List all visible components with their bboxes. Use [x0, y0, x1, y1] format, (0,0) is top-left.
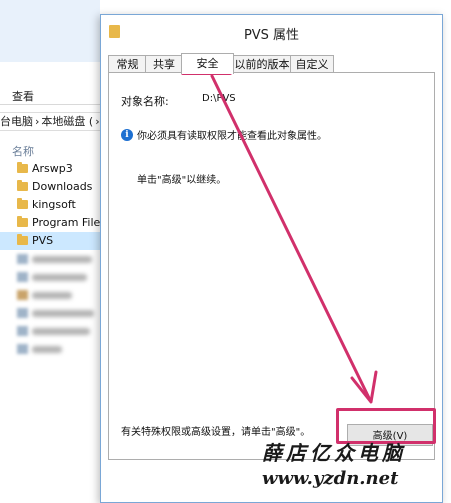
security-panel: 对象名称: D:\PVS i 你必须具有读取权限才能查看此对象属性。 单击"高级…: [108, 72, 435, 460]
watermark-url: www.yzdn.net: [262, 468, 399, 489]
tab-previous-versions[interactable]: 以前的版本: [232, 55, 292, 73]
blurred-list-item: [0, 250, 100, 268]
folder-icon: [17, 198, 28, 209]
blurred-list-item: [0, 286, 100, 304]
folder-icon: [17, 216, 28, 227]
dialog-title: PVS 属性: [243, 28, 300, 43]
blurred-list-item: [0, 322, 100, 340]
breadcrumb-local-disk[interactable]: 本地磁盘 (: [41, 115, 93, 128]
tab-sharing[interactable]: 共享: [145, 55, 183, 73]
list-item[interactable]: Program Files: [0, 214, 100, 232]
info-icon: i: [121, 129, 133, 141]
explorer-titlebar: [0, 0, 100, 62]
file-list: Arswp3 Downloads kingsoft Program Files …: [0, 160, 100, 358]
folder-icon: [17, 234, 28, 245]
address-bar[interactable]: 台电脑 › 本地磁盘 (›: [0, 112, 100, 131]
permission-message: 你必须具有读取权限才能查看此对象属性。: [137, 131, 327, 142]
special-permissions-text: 有关特殊权限或高级设置，请单击"高级"。: [121, 427, 311, 438]
folder-icon: [17, 162, 28, 173]
list-item-selected[interactable]: PVS: [0, 232, 100, 250]
tab-general[interactable]: 常规: [108, 55, 147, 73]
blurred-list-item: [0, 340, 100, 358]
breadcrumb-separator: ›: [35, 115, 40, 128]
list-item[interactable]: Downloads: [0, 178, 100, 196]
breadcrumb-this-pc[interactable]: 台电脑: [0, 115, 33, 128]
list-item[interactable]: kingsoft: [0, 196, 100, 214]
folder-icon: [17, 180, 28, 191]
ribbon-tab-view[interactable]: 查看: [12, 88, 34, 104]
blurred-list-item: [0, 268, 100, 286]
object-name-label: 对象名称:: [121, 95, 169, 108]
watermark-text: 薛店亿众电脑: [262, 441, 406, 465]
tab-customize[interactable]: 自定义: [290, 55, 334, 73]
ribbon-divider: [0, 104, 100, 105]
blurred-list-item: [0, 304, 100, 322]
object-name-value: D:\PVS: [202, 93, 236, 104]
dialog-titlebar[interactable]: PVS 属性: [101, 15, 442, 49]
continue-hint: 单击"高级"以继续。: [137, 175, 227, 186]
tab-security[interactable]: 安全: [181, 53, 234, 74]
column-header-name[interactable]: 名称: [12, 143, 34, 159]
breadcrumb-separator: ›: [95, 115, 100, 128]
list-item[interactable]: Arswp3: [0, 160, 100, 178]
